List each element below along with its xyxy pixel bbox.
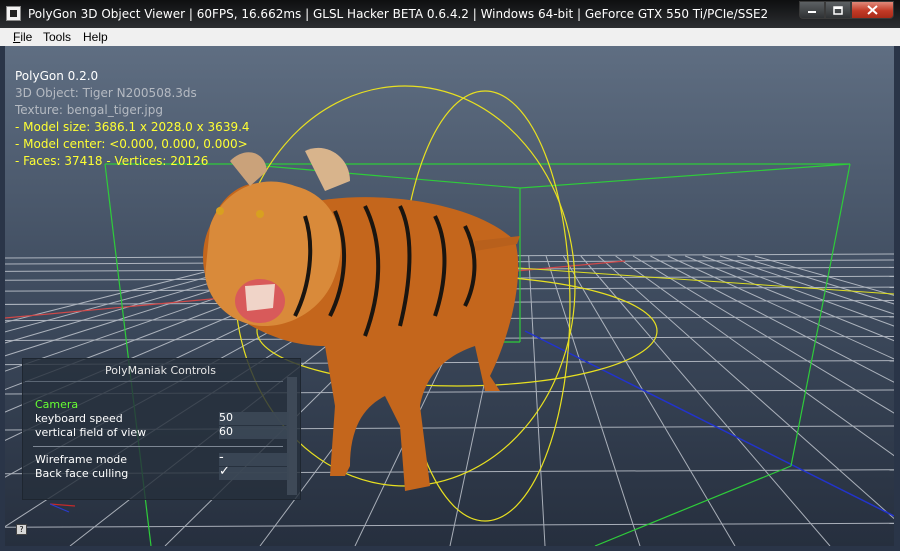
minimize-button[interactable] <box>799 1 825 19</box>
wireframe-mode-label: Wireframe mode <box>35 453 128 466</box>
maximize-button[interactable] <box>825 1 851 19</box>
wireframe-mode-value: - <box>219 450 224 465</box>
grid-line <box>615 255 894 457</box>
hud-info: PolyGon 0.2.0 3D Object: Tiger N200508.3… <box>15 68 250 170</box>
grid-line <box>528 255 546 546</box>
grid-line <box>702 255 894 327</box>
controls-separator <box>33 446 283 447</box>
controls-panel-title[interactable]: PolyManiak Controls <box>23 364 298 377</box>
hud-model-center: - Model center: <0.000, 0.000, 0.000> <box>15 137 248 151</box>
vertical-fov-value: 60 <box>219 425 233 438</box>
camera-section-label: Camera <box>35 398 79 411</box>
grid-line <box>545 255 641 546</box>
back-face-culling-label: Back face culling <box>35 467 129 480</box>
controls-panel-title-divider <box>25 381 283 382</box>
hud-faces: - Faces: 37418 - Vertices: 20126 <box>15 154 209 168</box>
3d-viewport[interactable]: PolyGon 0.2.0 3D Object: Tiger N200508.3… <box>5 46 894 546</box>
help-icon[interactable]: ? <box>16 524 27 535</box>
maximize-icon <box>833 5 843 15</box>
menu-file[interactable]: File <box>13 30 32 44</box>
menu-help[interactable]: Help <box>83 30 108 44</box>
checkmark-icon: ✓ <box>219 464 230 479</box>
menu-bar: File Tools Help <box>0 28 900 46</box>
back-face-culling-toggle[interactable]: ✓ <box>219 464 289 480</box>
hud-texture: Texture: bengal_tiger.jpg <box>15 103 163 117</box>
menu-tools[interactable]: Tools <box>43 30 71 44</box>
hud-object: 3D Object: Tiger N200508.3ds <box>15 86 197 100</box>
title-bar: PolyGon 3D Object Viewer | 60FPS, 16.662… <box>0 0 900 28</box>
hud-model-size: - Model size: 3686.1 x 2028.0 x 3639.4 <box>15 120 250 134</box>
grid-line <box>5 522 894 528</box>
hud-title: PolyGon 0.2.0 <box>15 69 99 83</box>
vertical-fov-field[interactable]: 60 <box>219 425 289 439</box>
app-icon[interactable] <box>6 6 21 21</box>
keyboard-speed-label: keyboard speed <box>35 412 123 425</box>
window-controls <box>799 1 894 19</box>
axis-gizmo <box>49 503 76 513</box>
menu-file-rest: ile <box>20 30 33 44</box>
grid-line <box>685 255 894 342</box>
keyboard-speed-value: 50 <box>219 411 233 424</box>
keyboard-speed-field[interactable]: 50 <box>219 411 289 425</box>
grid-line <box>563 255 736 546</box>
close-button[interactable] <box>851 1 894 19</box>
window-title: PolyGon 3D Object Viewer | 60FPS, 16.662… <box>28 7 769 21</box>
z-axis-line <box>524 330 894 517</box>
close-icon <box>867 5 878 15</box>
grid-line <box>650 255 894 383</box>
controls-panel: PolyManiak Controls Camera keyboard spee… <box>22 358 301 500</box>
vertical-fov-label: vertical field of view <box>35 426 147 439</box>
minimize-icon <box>808 11 816 13</box>
